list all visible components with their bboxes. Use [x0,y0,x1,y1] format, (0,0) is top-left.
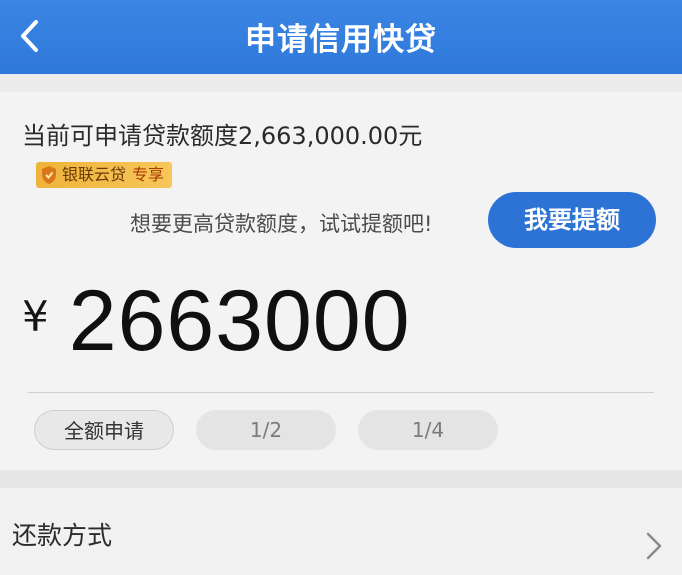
available-quota-text: 当前可申请贷款额度2,663,000.00元 [22,122,423,150]
option-full-amount[interactable]: 全额申请 [34,410,174,450]
loan-application-screen: 申请信用快贷 当前可申请贷款额度2,663,000.00元 银联云贷 专享 想要更… [0,0,682,575]
divider [28,392,654,393]
repayment-method-row[interactable]: 还款方式 [0,488,682,575]
option-quarter[interactable]: 1/4 [358,410,498,450]
badge-tag: 专享 [132,165,165,184]
raise-limit-button[interactable]: 我要提额 [488,192,656,248]
badge-brand: 银联云贷 [62,165,127,184]
top-nav-bar: 申请信用快贷 [0,0,682,74]
currency-symbol: ¥ [22,292,49,341]
loan-amount-card: 当前可申请贷款额度2,663,000.00元 银联云贷 专享 想要更高贷款额度，试… [0,92,682,470]
chevron-right-icon [646,532,662,560]
raise-limit-hint: 想要更高贷款额度，试试提额吧! [130,212,433,236]
loan-amount-display: ¥2663000 [22,272,411,372]
loan-amount-value[interactable]: 2663000 [69,272,411,371]
repayment-method-label: 还款方式 [12,521,113,550]
section-gap [0,470,682,488]
page-title: 申请信用快贷 [245,22,437,58]
option-half[interactable]: 1/2 [196,410,336,450]
shield-icon [42,166,56,184]
exclusive-badge: 银联云贷 专享 [36,162,173,188]
